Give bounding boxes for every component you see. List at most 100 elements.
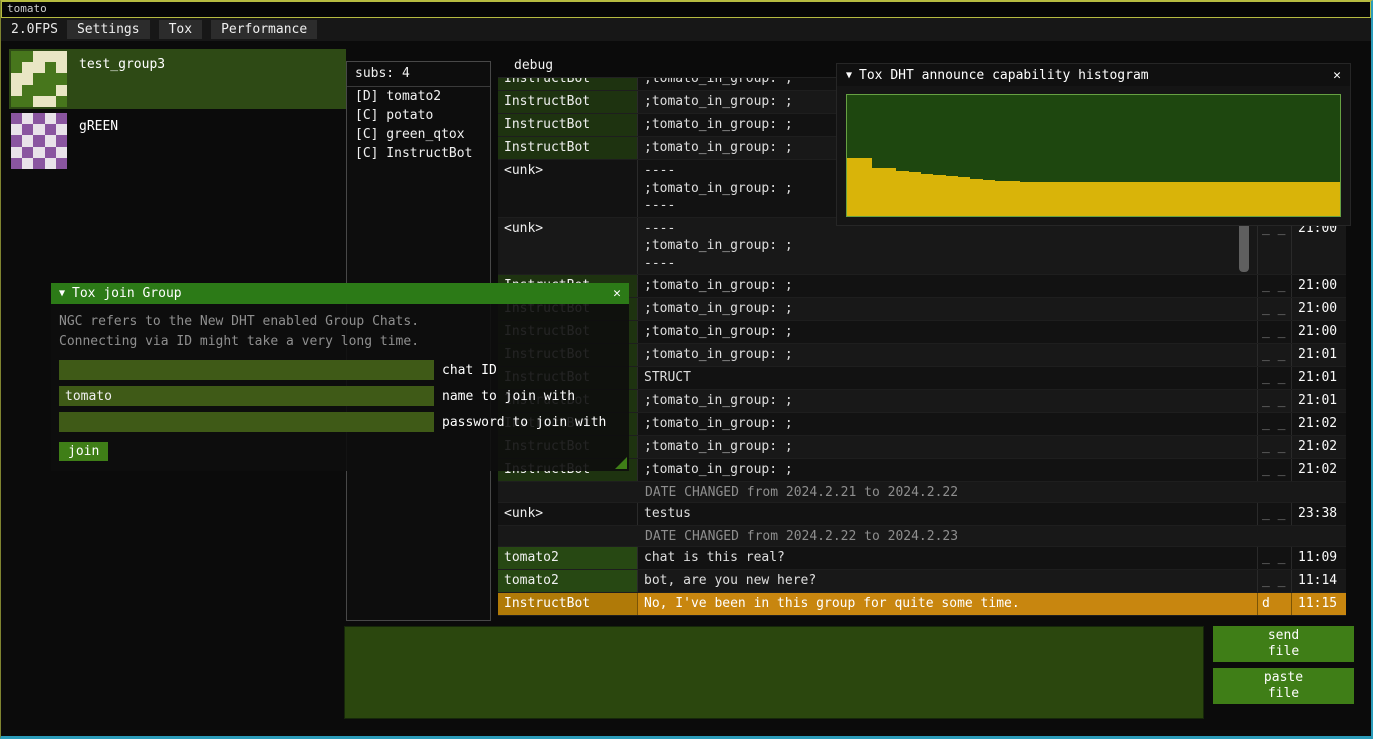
sender-name: InstructBot <box>498 137 638 159</box>
sender-name: InstructBot <box>498 114 638 136</box>
join-password-input[interactable] <box>59 412 434 432</box>
message-text: ;tomato_in_group: ; <box>638 436 1258 458</box>
join-dialog-info-line: Connecting via ID might take a very long… <box>59 332 621 352</box>
sender-name: <unk> <box>498 160 638 217</box>
member-item[interactable]: [D] tomato2 <box>347 87 490 106</box>
chat-message-row[interactable]: <unk>---- ;tomato_in_group: ; ----_ _21:… <box>498 218 1346 276</box>
histogram-bar <box>1291 182 1303 216</box>
histogram-window-titlebar[interactable]: ▼ Tox DHT announce capability histogram … <box>837 64 1350 86</box>
histogram-bar <box>995 181 1007 216</box>
send-file-button[interactable]: send file <box>1213 626 1354 662</box>
member-item[interactable]: [C] potato <box>347 106 490 125</box>
histogram-bar <box>909 172 921 216</box>
join-name-input[interactable] <box>59 386 434 406</box>
avatar-pixel <box>11 158 22 169</box>
avatar-pixel <box>45 96 56 107</box>
menu-settings[interactable]: Settings <box>67 20 150 39</box>
sender-name: tomato2 <box>498 570 638 592</box>
member-item[interactable]: [C] InstructBot <box>347 144 490 163</box>
chat-message-row[interactable]: tomato2bot, are you new here?_ _11:14 <box>498 570 1346 593</box>
histogram-bar <box>1217 182 1229 216</box>
histogram-bar <box>946 176 958 216</box>
member-item[interactable]: [C] green_qtox <box>347 125 490 144</box>
message-time: 21:01 <box>1292 367 1346 389</box>
message-flags: _ _ <box>1258 570 1292 592</box>
join-group-dialog: ▼ Tox join Group ✕ NGC refers to the New… <box>51 283 629 471</box>
avatar-pixel <box>56 73 67 84</box>
histogram-bar <box>1254 182 1266 216</box>
avatar-pixel <box>33 135 44 146</box>
avatar-pixel <box>22 62 33 73</box>
chat-id-input[interactable] <box>59 360 434 380</box>
chat-message-row[interactable]: InstructBotNo, I've been in this group f… <box>498 593 1346 616</box>
collapse-arrow-icon[interactable]: ▼ <box>59 288 65 299</box>
histogram-bar <box>1168 182 1180 216</box>
histogram-bar <box>1069 182 1081 216</box>
message-text: ;tomato_in_group: ; <box>638 459 1258 481</box>
paste-file-button[interactable]: paste file <box>1213 668 1354 704</box>
avatar-pixel <box>33 124 44 135</box>
close-icon[interactable]: ✕ <box>613 286 621 301</box>
message-flags: _ _ <box>1258 321 1292 343</box>
resize-grip[interactable] <box>615 457 627 469</box>
avatar-pixel <box>45 85 56 96</box>
join-button[interactable]: join <box>59 442 108 461</box>
join-dialog-info-line: NGC refers to the New DHT enabled Group … <box>59 312 621 332</box>
chat-message-row[interactable]: tomato2chat is this real?_ _11:09 <box>498 547 1346 570</box>
histogram-bar <box>1131 182 1143 216</box>
histogram-plot <box>846 94 1341 217</box>
message-text: chat is this real? <box>638 547 1258 569</box>
avatar-pixel <box>22 113 33 124</box>
system-message-row: DATE CHANGED from 2024.2.22 to 2024.2.23 <box>498 526 1346 547</box>
message-flags: _ _ <box>1258 275 1292 297</box>
window-title: tomato <box>7 2 47 15</box>
avatar-pixel <box>56 147 67 158</box>
message-input[interactable] <box>344 626 1204 719</box>
histogram-bar <box>983 180 995 216</box>
avatar-pixel <box>45 51 56 62</box>
menu-tox[interactable]: Tox <box>159 20 202 39</box>
avatar-pixel <box>22 135 33 146</box>
histogram-window-title: Tox DHT announce capability histogram <box>859 68 1149 83</box>
avatar-pixel <box>56 62 67 73</box>
close-icon[interactable]: ✕ <box>1333 68 1341 83</box>
join-dialog-titlebar[interactable]: ▼ Tox join Group ✕ <box>51 283 629 304</box>
histogram-bar <box>921 174 933 216</box>
avatar-pixel <box>45 124 56 135</box>
histogram-bar <box>1081 182 1093 216</box>
message-time: 11:14 <box>1292 570 1346 592</box>
menu-performance[interactable]: Performance <box>211 20 317 39</box>
message-time: 21:02 <box>1292 413 1346 435</box>
avatar-pixel <box>11 73 22 84</box>
message-time: 21:01 <box>1292 390 1346 412</box>
avatar-pixel <box>22 124 33 135</box>
chat-id-label: chat ID <box>442 363 497 378</box>
collapse-arrow-icon[interactable]: ▼ <box>846 70 852 81</box>
message-text: STRUCT <box>638 367 1258 389</box>
group-name: gREEN <box>69 111 118 171</box>
group-item[interactable]: test_group3 <box>9 49 346 109</box>
sender-name: tomato2 <box>498 547 638 569</box>
avatar-pixel <box>45 62 56 73</box>
histogram-bar <box>1180 182 1192 216</box>
avatar-pixel <box>11 124 22 135</box>
titlebar[interactable]: tomato <box>1 1 1371 18</box>
avatar-pixel <box>56 158 67 169</box>
message-text: ;tomato_in_group: ; <box>638 413 1258 435</box>
message-time: 21:01 <box>1292 344 1346 366</box>
message-time: 11:09 <box>1292 547 1346 569</box>
system-message-row: DATE CHANGED from 2024.2.21 to 2024.2.22 <box>498 482 1346 503</box>
avatar-pixel <box>33 85 44 96</box>
message-flags: _ _ <box>1258 344 1292 366</box>
avatar-pixel <box>22 147 33 158</box>
chat-message-row[interactable]: <unk>testus_ _23:38 <box>498 503 1346 526</box>
histogram-bar <box>933 175 945 216</box>
join-password-field-row: password to join with <box>59 412 621 432</box>
avatar-pixel <box>45 73 56 84</box>
message-time: 11:15 <box>1292 593 1346 615</box>
histogram-bar <box>1143 182 1155 216</box>
histogram-bar <box>958 177 970 216</box>
group-item[interactable]: gREEN <box>9 111 346 171</box>
message-flags: _ _ <box>1258 436 1292 458</box>
subs-header: subs: 4 <box>347 62 490 87</box>
